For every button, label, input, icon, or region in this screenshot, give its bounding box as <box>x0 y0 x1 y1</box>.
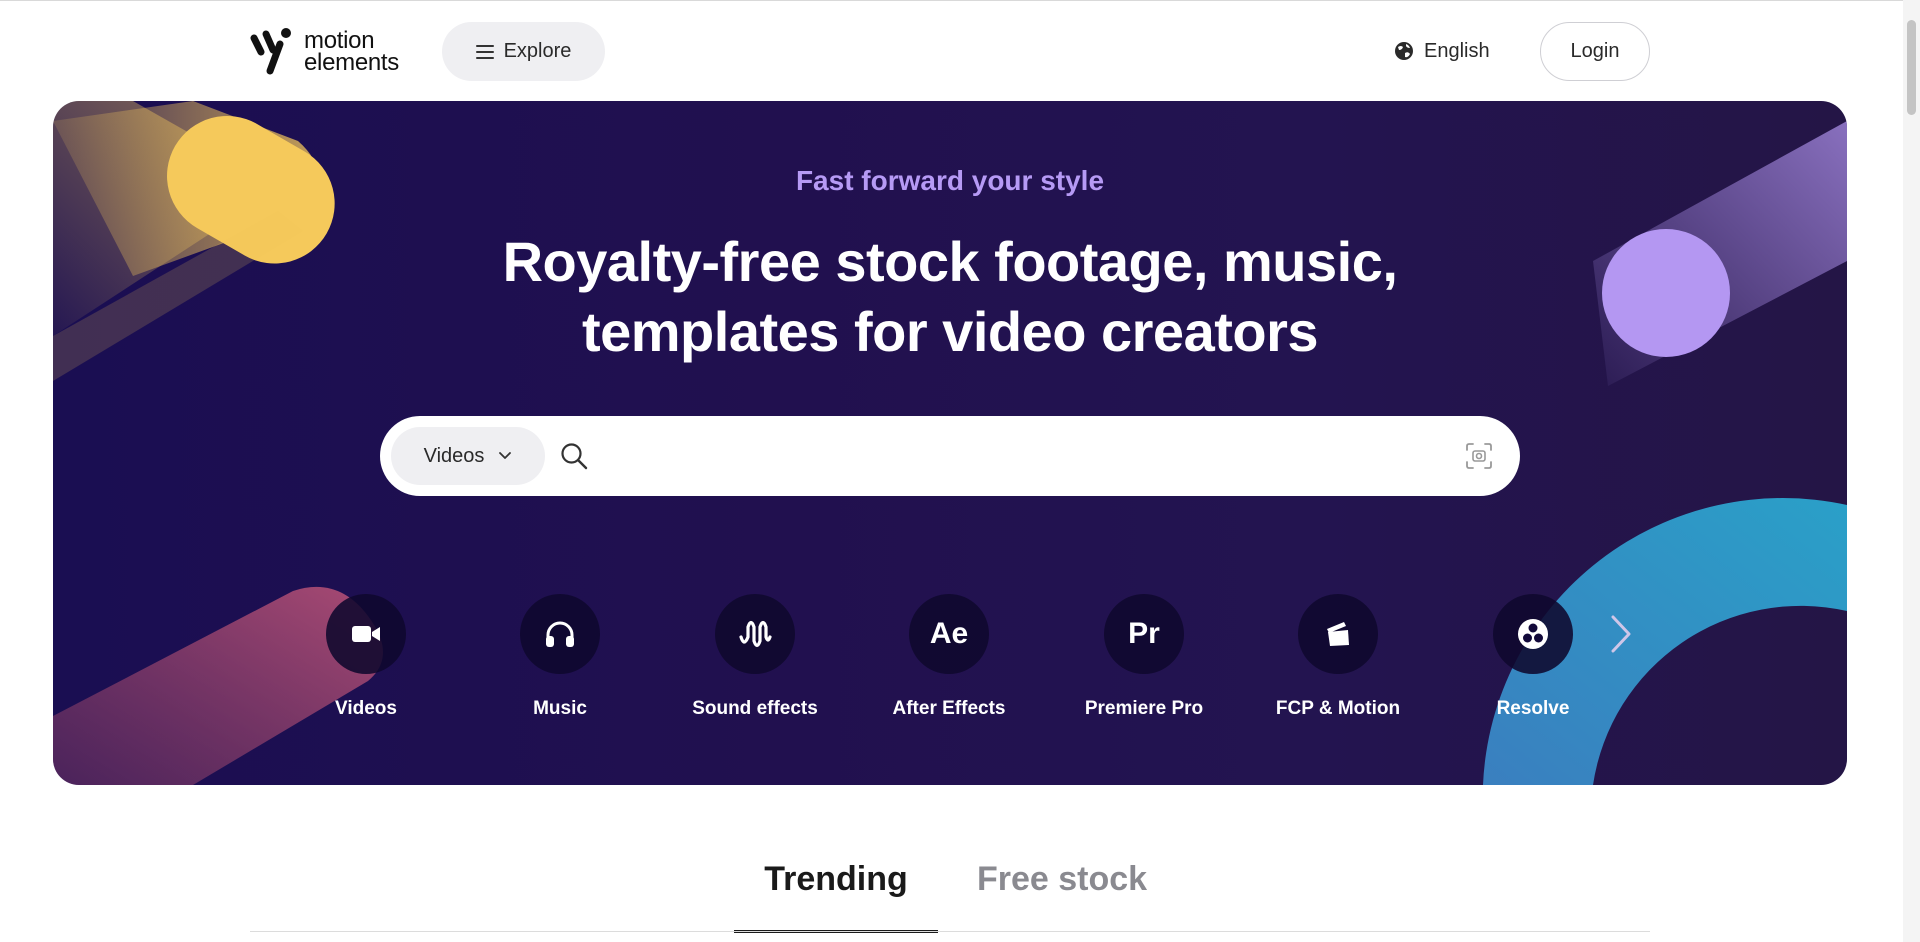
hero-title-line1: Royalty-free stock footage, music, <box>502 230 1398 293</box>
category-fcp-motion[interactable]: FCP & Motion <box>1263 594 1413 720</box>
language-label: English <box>1424 39 1490 62</box>
category-after-effects[interactable]: Ae After Effects <box>874 594 1024 720</box>
category-sound-effects[interactable]: Sound effects <box>680 594 830 720</box>
tab-free-stock[interactable]: Free stock <box>962 860 1162 932</box>
explore-button[interactable]: Explore <box>442 22 605 81</box>
page-scrollbar[interactable] <box>1903 0 1920 942</box>
top-border <box>0 0 1920 1</box>
category-label: FCP & Motion <box>1275 698 1401 719</box>
resolve-icon <box>1493 594 1573 674</box>
premiere-pro-icon: Pr <box>1104 594 1184 674</box>
globe-icon <box>1395 42 1413 60</box>
hero-title-line2: templates for video creators <box>581 300 1319 363</box>
scrollbar-thumb[interactable] <box>1907 20 1916 115</box>
headphones-icon <box>520 594 600 674</box>
explore-label: Explore <box>503 40 572 62</box>
hero-title: Royalty-free stock footage, music, templ… <box>53 227 1847 367</box>
category-resolve[interactable]: Resolve <box>1458 594 1608 720</box>
category-label: Music <box>533 698 587 719</box>
after-effects-icon: Ae <box>909 594 989 674</box>
category-label: Premiere Pro <box>1084 698 1204 719</box>
search-bar: Videos <box>380 416 1520 496</box>
tabs-divider <box>250 931 1650 932</box>
clapperboard-icon <box>1298 594 1378 674</box>
tab-free-stock-label: Free stock <box>976 860 1148 898</box>
logo-mark-icon <box>246 24 302 80</box>
tab-trending-label: Trending <box>764 860 908 898</box>
sound-wave-icon <box>715 594 795 674</box>
category-label: Sound effects <box>692 698 818 719</box>
hamburger-menu-icon <box>475 44 494 59</box>
category-label: After Effects <box>892 698 1006 719</box>
tab-trending[interactable]: Trending <box>734 860 938 933</box>
logo-text: motion elements <box>304 29 399 76</box>
carousel-next-arrow-icon[interactable] <box>1601 609 1641 659</box>
content-tabs: Trending Free stock <box>250 860 1650 942</box>
logo-text-line2: elements <box>304 49 399 76</box>
login-label: Login <box>1570 40 1620 62</box>
hero-banner: Fast forward your style Royalty-free sto… <box>53 101 1847 785</box>
hero-subtitle: Fast forward your style <box>795 165 1105 196</box>
search-type-dropdown[interactable]: Videos <box>391 427 545 485</box>
motion-elements-logo[interactable]: motion elements <box>246 24 399 80</box>
category-carousel: Videos Music Sound effects Ae After Effe… <box>53 594 1847 724</box>
category-music[interactable]: Music <box>485 594 635 720</box>
category-videos[interactable]: Videos <box>291 594 441 720</box>
category-label: Videos <box>335 698 397 719</box>
login-button[interactable]: Login <box>1540 22 1650 81</box>
video-camera-icon <box>326 594 406 674</box>
search-type-label: Videos <box>423 444 485 467</box>
search-input[interactable] <box>598 434 1462 480</box>
chevron-down-icon <box>499 452 512 459</box>
language-selector[interactable]: English <box>1394 36 1490 66</box>
category-premiere-pro[interactable]: Pr Premiere Pro <box>1069 594 1219 720</box>
category-label: Resolve <box>1496 698 1570 719</box>
visual-search-icon[interactable] <box>1465 442 1493 470</box>
search-icon <box>561 443 588 470</box>
